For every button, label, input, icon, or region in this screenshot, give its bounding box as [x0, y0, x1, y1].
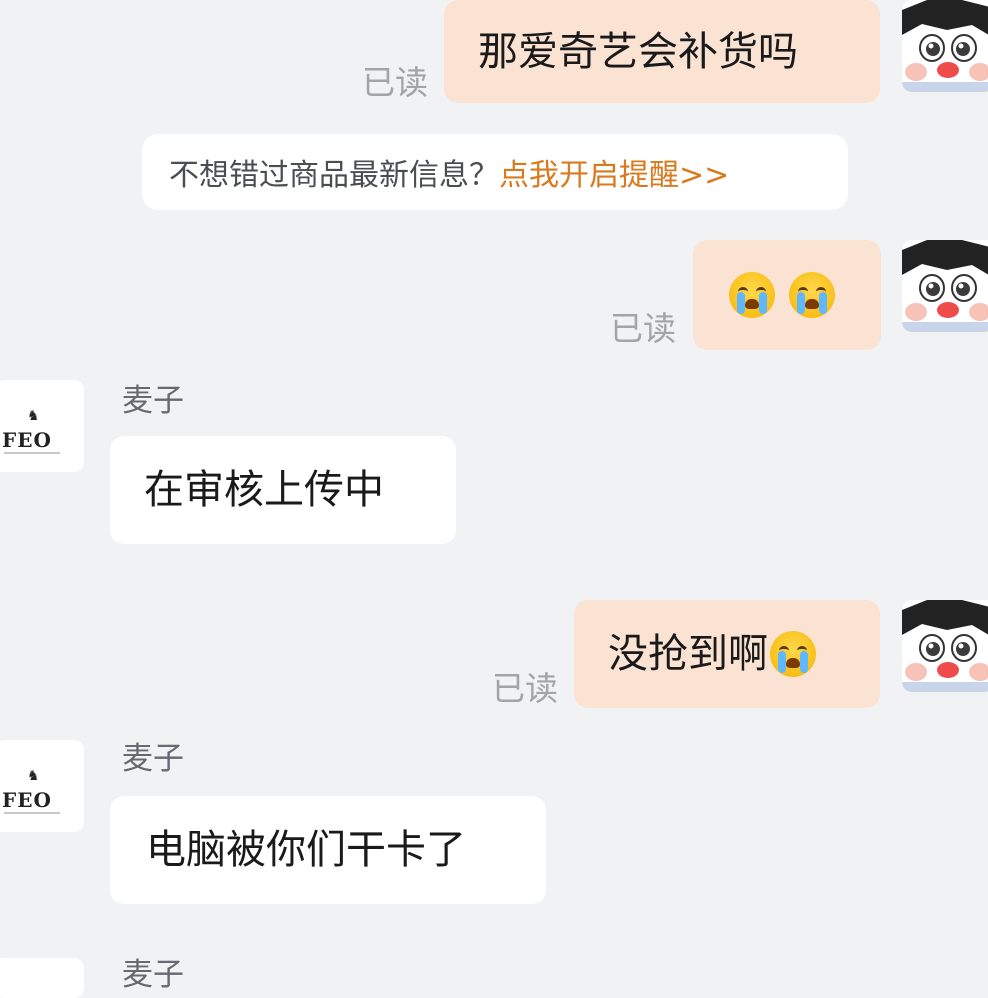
notice-text: 不想错过商品最新信息？	[169, 158, 499, 193]
my-avatar[interactable]	[902, 240, 988, 332]
anime-avatar-icon	[902, 0, 988, 92]
message-text: 那爱奇艺会补货吗	[478, 28, 798, 75]
sender-name: 麦子	[122, 957, 184, 993]
message-text: 没抢到啊	[608, 631, 768, 677]
enable-reminder-link[interactable]: 点我开启提醒>>	[499, 150, 729, 194]
shop-logo-text: FEO	[2, 788, 52, 812]
message-text: 电脑被你们干卡了	[146, 827, 466, 873]
read-receipt: 已读	[492, 669, 558, 708]
message-bubble[interactable]: 没抢到啊	[574, 600, 880, 708]
sender-name: 麦子	[122, 383, 184, 419]
message-bubble[interactable]: 电脑被你们干卡了	[110, 796, 546, 904]
shop-avatar[interactable]	[0, 958, 84, 998]
loudly-crying-face-icon	[789, 272, 835, 318]
logo-divider	[4, 452, 60, 454]
anime-avatar-icon	[902, 600, 988, 692]
sender-name: 麦子	[122, 741, 184, 777]
read-receipt: 已读	[610, 309, 676, 348]
anime-avatar-icon	[902, 240, 988, 332]
message-bubble[interactable]: 那爱奇艺会补货吗	[444, 0, 880, 103]
reminder-notice: 不想错过商品最新信息？ 点我开启提醒>>	[142, 134, 848, 210]
deer-logo-icon: ♞	[27, 408, 40, 424]
loudly-crying-face-icon	[770, 631, 816, 677]
message-text: 在审核上传中	[144, 467, 384, 513]
message-bubble[interactable]: 在审核上传中	[110, 436, 456, 544]
my-avatar[interactable]	[902, 600, 988, 692]
read-receipt: 已读	[362, 63, 428, 102]
loudly-crying-face-icon	[729, 272, 775, 318]
logo-divider	[4, 812, 60, 814]
shop-avatar[interactable]: ♞ FEO	[0, 740, 84, 832]
shop-avatar[interactable]: ♞ FEO	[0, 380, 84, 472]
deer-logo-icon: ♞	[27, 768, 40, 784]
my-avatar[interactable]	[902, 0, 988, 92]
message-bubble[interactable]	[693, 240, 881, 350]
shop-logo-text: FEO	[2, 428, 52, 452]
